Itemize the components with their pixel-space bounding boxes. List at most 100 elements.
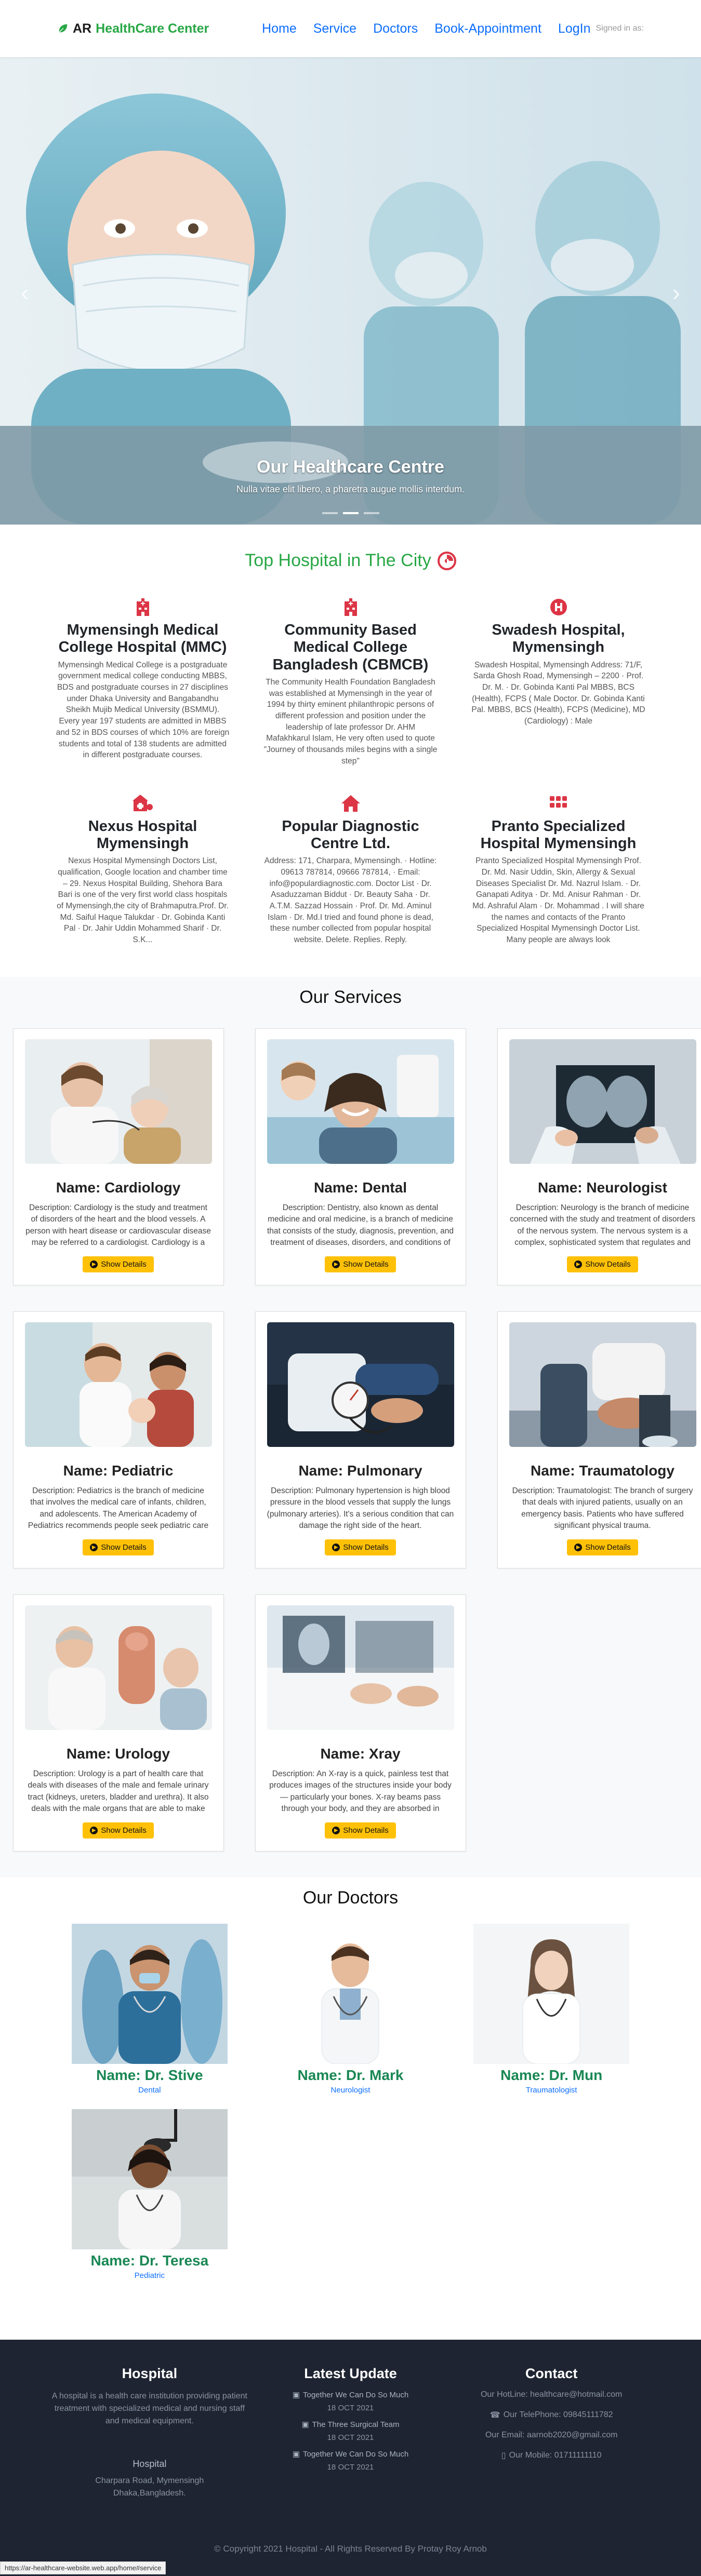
footer: Hospital A hospital is a health care ins… — [0, 2340, 701, 2576]
play-circle-icon: ▶ — [574, 1543, 583, 1551]
doctor-card: Name: Dr. Teresa Pediatric — [49, 2109, 250, 2280]
doctor-specialty[interactable]: Traumatologist — [451, 2086, 652, 2095]
show-details-label: Show Details — [101, 1542, 147, 1552]
contact-hotline: Our HotLine: healthcare@hotmail.com — [451, 2390, 652, 2399]
carousel-indicators — [322, 512, 379, 514]
show-details-button[interactable]: ▶ Show Details — [567, 1256, 638, 1272]
show-details-button[interactable]: ▶ Show Details — [83, 1256, 154, 1272]
mobile-icon: ▯ — [501, 2451, 506, 2460]
show-details-label: Show Details — [585, 1542, 631, 1552]
copyright-text: © Copyright 2021 Hospital - All Rights R… — [214, 2544, 487, 2554]
nav-link-login[interactable]: LogIn — [558, 21, 591, 36]
show-details-button[interactable]: ▶ Show Details — [567, 1539, 638, 1555]
hospital-name: Nexus Hospital Mymensingh — [88, 817, 197, 852]
services-section: Our Services Name: Cardiology Descriptio… — [0, 976, 701, 1877]
status-bar-url: https://ar-healthcare-website.web.app/ho… — [0, 2561, 166, 2574]
doctors-title: Our Doctors — [302, 1887, 399, 1908]
footer-address: Hospital Charpara Road, Mymensingh Dhaka… — [49, 2459, 250, 2500]
hospital-description: Nexus Hospital Mymensingh Doctors List, … — [57, 856, 229, 945]
nav-link-book-appointment[interactable]: Book-Appointment — [434, 21, 541, 36]
carousel-indicator[interactable] — [322, 512, 338, 514]
nav-links: Home Service Doctors Book-Appointment Lo… — [262, 21, 644, 36]
update-thumbnail-icon: ▣ — [292, 2450, 300, 2459]
play-circle-icon: ▶ — [90, 1826, 98, 1834]
contact-email-text: Our Email: aarnob2020@gmail.com — [485, 2431, 618, 2439]
update-date: 18 OCT 2021 — [327, 2404, 374, 2412]
show-details-label: Show Details — [101, 1826, 147, 1835]
hero-caption-subtitle: Nulla vitae elit libero, a pharetra augu… — [236, 484, 465, 494]
doctors-section: Our Doctors Name: Dr. Stive Dental Name:… — [0, 1877, 701, 2280]
service-name: Name: Dental — [314, 1179, 407, 1196]
hospital-building-icon — [257, 597, 444, 618]
hospital-card: Swadesh Hospital, Mymensingh Swadesh Hos… — [465, 597, 652, 767]
brand-logo[interactable]: AR HealthCare Center — [57, 21, 209, 36]
footer-address-title: Hospital — [133, 2459, 167, 2469]
service-description: Description: Traumatologist: The branch … — [512, 1486, 693, 1531]
contact-telephone: ☎ Our TelePhone: 09845111782 — [451, 2410, 652, 2420]
service-card: Name: Dental Description: Dentistry, als… — [255, 1028, 466, 1285]
nav-link-doctors[interactable]: Doctors — [373, 21, 418, 36]
update-title: Together We Can Do So Much — [303, 2449, 409, 2459]
service-name: Name: Pulmonary — [298, 1462, 422, 1479]
footer-contact-title: Contact — [525, 2366, 578, 2381]
service-description: Description: Urology is a part of health… — [28, 1769, 209, 1816]
hospital-h-icon — [465, 597, 652, 618]
doctor-specialty[interactable]: Pediatric — [49, 2271, 250, 2280]
show-details-label: Show Details — [585, 1259, 631, 1269]
service-description: Description: Cardiology is the study and… — [25, 1203, 211, 1250]
contact-mobile: ▯ Our Mobile: 01711111110 — [451, 2450, 652, 2461]
show-details-button[interactable]: ▶ Show Details — [325, 1822, 396, 1839]
brand-name: HealthCare Center — [96, 21, 209, 36]
nav-link-service[interactable]: Service — [313, 21, 356, 36]
carousel-next-icon[interactable]: › — [672, 280, 680, 304]
phone-icon: ☎ — [490, 2411, 500, 2420]
service-name: Name: Xray — [320, 1745, 401, 1762]
hospital-grid: Mymensingh Medical College Hospital (MMC… — [49, 597, 652, 946]
hospital-card: Popular Diagnostic Centre Ltd. Address: … — [257, 793, 444, 946]
update-thumbnail-icon: ▣ — [292, 2391, 300, 2399]
hospital-name: Pranto Specialized Hospital Mymensingh — [480, 817, 637, 852]
services-title: Our Services — [299, 987, 402, 1007]
show-details-button[interactable]: ▶ Show Details — [83, 1539, 154, 1555]
service-card: Name: Pediatric Description: Pediatrics … — [12, 1311, 224, 1568]
service-name: Name: Neurologist — [538, 1179, 667, 1196]
update-item[interactable]: ▣ Together We Can Do So Much 18 OCT 2021 — [250, 2449, 451, 2472]
brand-prefix: AR — [73, 21, 92, 36]
play-circle-icon: ▶ — [332, 1260, 340, 1268]
doctor-specialty[interactable]: Neurologist — [250, 2086, 451, 2095]
doctor-specialty[interactable]: Dental — [49, 2086, 250, 2095]
service-description: Description: Dentistry, also known as de… — [267, 1203, 454, 1250]
nav-link-home[interactable]: Home — [262, 21, 297, 36]
contact-mobile-text: Our Mobile: 01711111110 — [509, 2451, 602, 2460]
service-card: Name: Urology Description: Urology is a … — [12, 1594, 224, 1852]
footer-address-line: Charpara Road, Mymensingh — [95, 2476, 204, 2485]
update-item[interactable]: ▣ The Three Surgical Team 18 OCT 2021 — [250, 2420, 451, 2443]
show-details-button[interactable]: ▶ Show Details — [325, 1256, 396, 1272]
doctor-name: Name: Dr. Mark — [297, 2067, 404, 2083]
show-details-label: Show Details — [343, 1259, 389, 1269]
hospital-name: Community Based Medical College Banglade… — [272, 622, 429, 673]
hospital-name: Mymensingh Medical College Hospital (MMC… — [58, 622, 227, 656]
hospital-description: Mymensingh Medical College is a postgrad… — [56, 660, 230, 760]
hospital-building-icon — [49, 597, 236, 618]
doctors-grid: Name: Dr. Stive Dental Name: Dr. Mark Ne… — [49, 1923, 652, 2280]
service-image — [24, 1605, 212, 1730]
hero-caption-title: Our Healthcare Centre — [257, 457, 444, 477]
footer-address-line: Dhaka,Bangladesh. — [113, 2489, 186, 2498]
update-item[interactable]: ▣ Together We Can Do So Much 18 OCT 2021 — [250, 2390, 451, 2413]
service-name: Name: Pediatric — [63, 1462, 174, 1479]
hospital-description: Pranto Specialized Hospital Mymensingh P… — [472, 856, 644, 945]
show-details-button[interactable]: ▶ Show Details — [83, 1822, 154, 1839]
update-thumbnail-icon: ▣ — [301, 2420, 309, 2429]
carousel-indicator[interactable] — [363, 512, 379, 514]
update-date: 18 OCT 2021 — [327, 2433, 374, 2442]
show-details-button[interactable]: ▶ Show Details — [325, 1539, 396, 1555]
carousel-indicator[interactable] — [342, 512, 359, 514]
hospital-card: Community Based Medical College Banglade… — [257, 597, 444, 767]
service-description: Description: Pediatrics is the branch of… — [28, 1486, 209, 1533]
service-card: Name: Pulmonary Description: Pulmonary h… — [255, 1311, 466, 1568]
hospital-name: Popular Diagnostic Centre Ltd. — [282, 817, 419, 852]
signed-in-status: Signed in as: — [596, 24, 644, 33]
footer-updates-column: Latest Update ▣ Together We Can Do So Muc… — [250, 2366, 451, 2500]
carousel-prev-icon[interactable]: ‹ — [21, 280, 29, 304]
